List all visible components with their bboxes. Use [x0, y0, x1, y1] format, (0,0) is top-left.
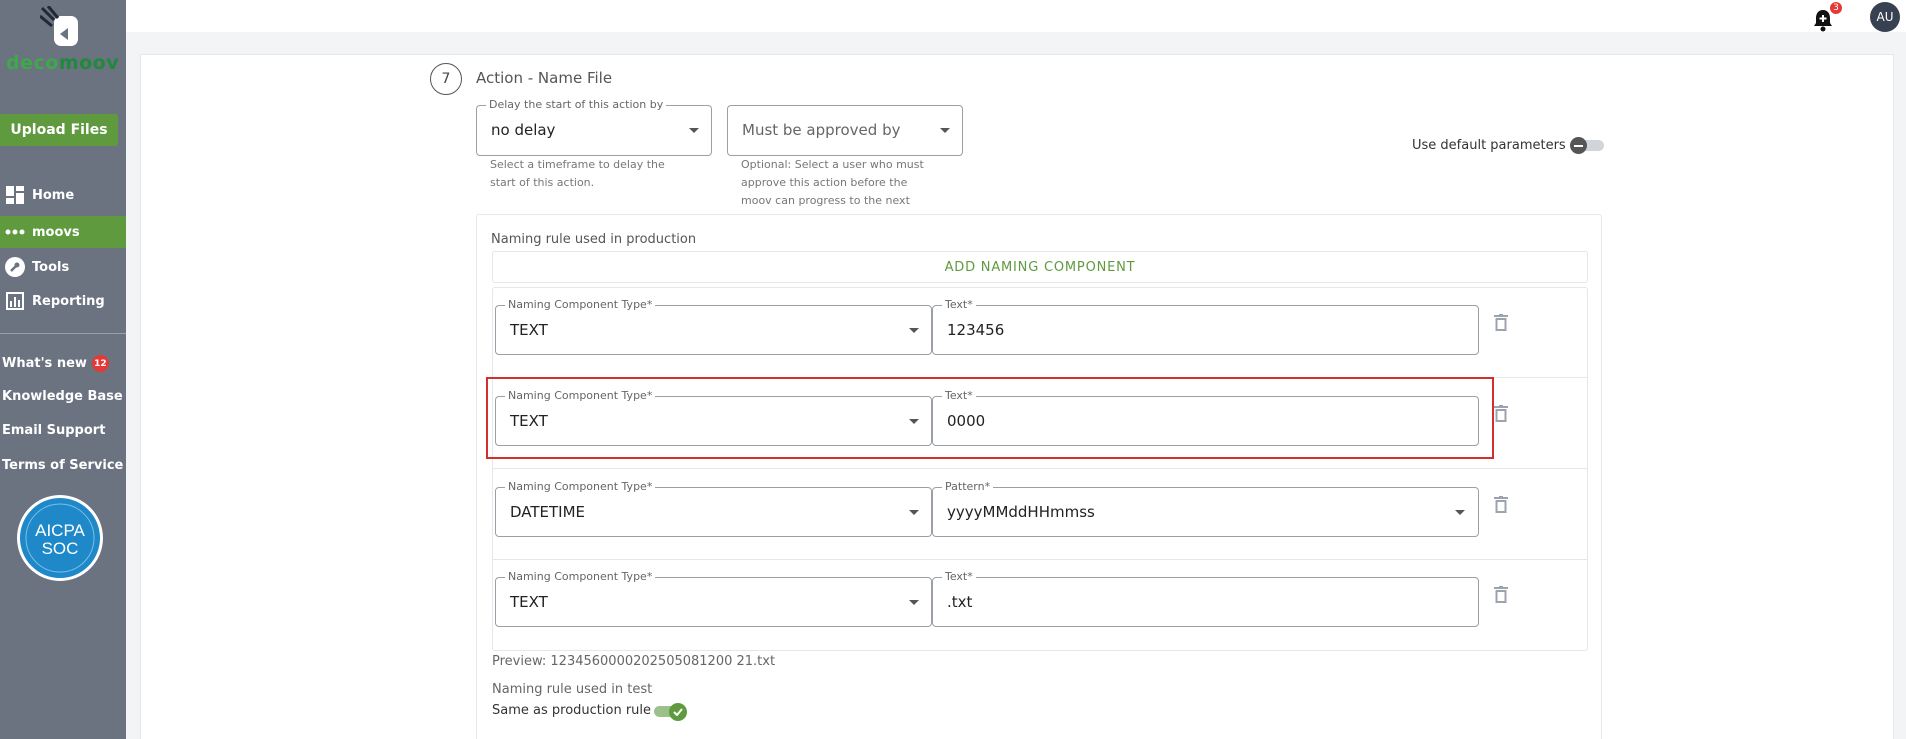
- sidebar-item-tools[interactable]: Tools: [0, 251, 126, 283]
- delay-select[interactable]: Delay the start of this action by no del…: [476, 98, 712, 156]
- decomoov-logo[interactable]: decomoov: [0, 0, 126, 80]
- component-type-label: Naming Component Type*: [505, 480, 656, 493]
- sidebar: decomoov Upload Files Home moovs Tools R…: [0, 0, 126, 739]
- chevron-down-icon: [940, 128, 950, 133]
- top-bar: [126, 0, 1906, 32]
- chevron-down-icon: [909, 600, 919, 605]
- knowledge-base-link[interactable]: Knowledge Base: [2, 389, 123, 404]
- step-number: 7: [430, 63, 462, 95]
- component-type-value: TEXT: [510, 321, 548, 339]
- component-type-select[interactable]: Naming Component Type* TEXT: [495, 298, 932, 355]
- pattern-select[interactable]: Pattern* yyyyMMddHHmmss: [932, 480, 1479, 537]
- user-avatar[interactable]: AU: [1870, 2, 1900, 32]
- whats-new-link[interactable]: What's new 12: [2, 355, 109, 372]
- delete-icon[interactable]: [1494, 496, 1508, 513]
- pattern-value: yyyyMMddHHmmss: [947, 503, 1095, 521]
- row-divider: [492, 559, 1588, 560]
- filename-preview: Preview: 1234560000202505081200 21.txt: [492, 654, 776, 669]
- upload-files-button[interactable]: Upload Files: [0, 114, 118, 146]
- approver-placeholder: Must be approved by: [742, 121, 901, 139]
- add-naming-component-button[interactable]: ADD NAMING COMPONENT: [492, 251, 1588, 283]
- same-as-production-toggle[interactable]: [654, 703, 688, 721]
- logo-text: decomoov: [6, 52, 120, 74]
- component-text-label: Text*: [942, 570, 976, 583]
- terms-of-service-link[interactable]: Terms of Service: [2, 458, 123, 473]
- dashboard-icon: [4, 185, 26, 205]
- component-type-label: Naming Component Type*: [505, 298, 656, 311]
- naming-rule-title: Naming rule used in production: [491, 232, 697, 247]
- chevron-down-icon: [909, 328, 919, 333]
- component-type-select[interactable]: Naming Component Type* TEXT: [495, 570, 932, 627]
- svg-text:SOC: SOC: [42, 539, 79, 558]
- sidebar-item-label: Reporting: [32, 293, 105, 309]
- component-text-value: .txt: [947, 593, 973, 611]
- component-text-input[interactable]: Text* .txt: [932, 570, 1479, 627]
- component-type-value: DATETIME: [510, 503, 586, 521]
- logo-mark-icon: [40, 6, 78, 46]
- sidebar-item-reporting[interactable]: Reporting: [0, 285, 126, 317]
- whats-new-label: What's new: [2, 356, 87, 371]
- component-type-label: Naming Component Type*: [505, 570, 656, 583]
- component-type-select[interactable]: Naming Component Type* DATETIME: [495, 480, 932, 537]
- default-params-toggle[interactable]: [1570, 137, 1604, 154]
- chevron-down-icon: [1455, 510, 1465, 515]
- delete-icon[interactable]: [1494, 405, 1508, 422]
- sidebar-item-label: Tools: [32, 259, 70, 275]
- same-as-production-label: Same as production rule: [492, 703, 652, 718]
- default-params-label: Use default parameters: [1412, 138, 1566, 153]
- step-title: Action - Name File: [476, 69, 613, 87]
- delete-icon[interactable]: [1494, 586, 1508, 603]
- highlight-annotation: [486, 377, 1494, 459]
- sidebar-item-label: Home: [32, 187, 75, 203]
- email-support-link[interactable]: Email Support: [2, 423, 105, 438]
- check-icon: [669, 703, 687, 721]
- component-text-value: 123456: [947, 321, 1005, 339]
- sidebar-divider: [0, 333, 126, 334]
- aicpa-soc-logo: AICPA SOC: [17, 495, 103, 581]
- dots-icon: [4, 222, 26, 242]
- approver-select[interactable]: Must be approved by: [727, 105, 963, 156]
- delete-icon[interactable]: [1494, 314, 1508, 331]
- component-type-value: TEXT: [510, 593, 548, 611]
- delay-select-value: no delay: [491, 121, 556, 139]
- chevron-down-icon: [689, 128, 699, 133]
- wrench-icon: [4, 257, 26, 277]
- test-rule-title: Naming rule used in test: [492, 682, 653, 697]
- pattern-label: Pattern*: [942, 480, 994, 493]
- sidebar-item-moovs[interactable]: moovs: [0, 216, 126, 248]
- component-text-label: Text*: [942, 298, 976, 311]
- chart-icon: [4, 291, 26, 311]
- approver-helper: Optional: Select a user who must approve…: [741, 158, 924, 207]
- component-text-input[interactable]: Text* 123456: [932, 298, 1479, 355]
- sidebar-item-home[interactable]: Home: [0, 179, 126, 211]
- chevron-down-icon: [909, 510, 919, 515]
- whats-new-badge: 12: [91, 355, 109, 372]
- sidebar-item-label: moovs: [32, 224, 80, 240]
- svg-text:AICPA: AICPA: [35, 521, 85, 540]
- delay-select-label: Delay the start of this action by: [486, 98, 667, 111]
- delay-helper: Select a timeframe to delay the start of…: [490, 158, 665, 189]
- row-divider: [492, 468, 1588, 469]
- notification-badge: 3: [1828, 0, 1844, 16]
